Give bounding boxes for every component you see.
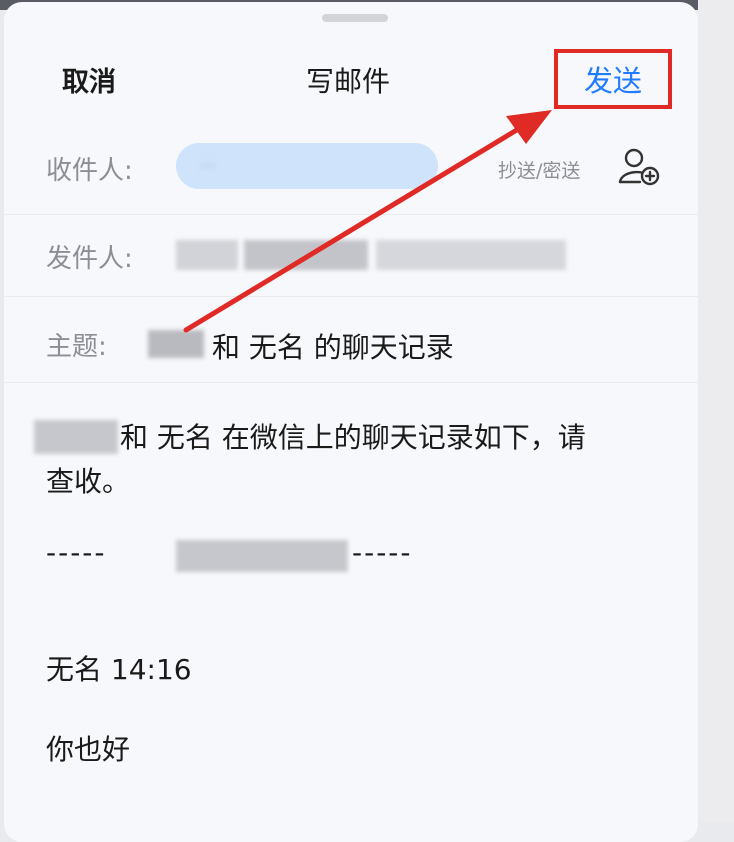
message-meta: 无名 14:16 xyxy=(46,653,192,686)
separator-right: ----- xyxy=(352,536,413,569)
page-title: 写邮件 xyxy=(306,65,391,98)
divider xyxy=(4,214,698,215)
sender-redacted xyxy=(376,240,566,270)
divider xyxy=(4,296,698,297)
message-text: 你也好 xyxy=(46,733,131,766)
subject-value[interactable]: 和 无名 的聊天记录 xyxy=(212,326,454,366)
drag-handle[interactable] xyxy=(322,14,388,22)
separator-left: ----- xyxy=(46,536,107,569)
body-line-1: 和 无名 在微信上的聊天记录如下，请 xyxy=(120,421,586,454)
separator-redacted xyxy=(176,540,348,572)
divider xyxy=(4,382,698,383)
recipient-value: ... xyxy=(200,152,216,171)
send-button[interactable]: 发送 xyxy=(584,58,642,100)
subject-label: 主题: xyxy=(46,332,107,362)
subject-redacted xyxy=(148,330,204,358)
body-redacted xyxy=(34,420,118,454)
sender-redacted xyxy=(244,240,368,270)
add-contact-icon[interactable] xyxy=(618,146,662,186)
body-line-2: 查收。 xyxy=(46,465,131,498)
cc-bcc-button[interactable]: 抄送/密送 xyxy=(498,156,580,183)
background-edge xyxy=(698,0,734,822)
to-label: 收件人: xyxy=(46,156,133,186)
from-label: 发件人: xyxy=(46,244,133,274)
sender-redacted xyxy=(176,240,238,270)
cancel-button[interactable]: 取消 xyxy=(62,60,116,99)
